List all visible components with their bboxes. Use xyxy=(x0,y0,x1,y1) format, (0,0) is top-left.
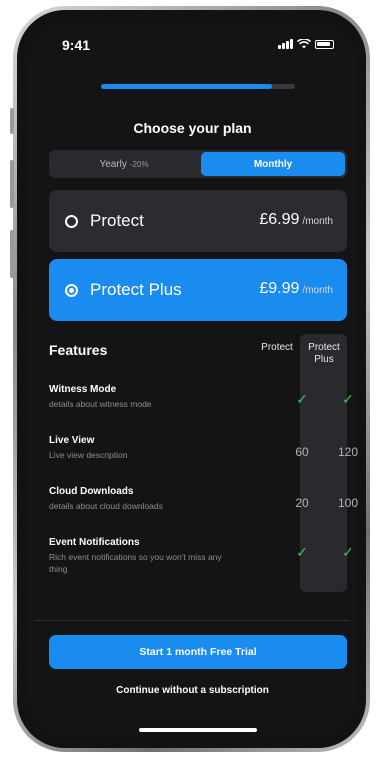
plan-name: Protect Plus xyxy=(90,280,182,299)
onboarding-progress-fill xyxy=(101,84,272,89)
plan-price-amount: £9.99 xyxy=(259,280,300,297)
onboarding-progress-bar xyxy=(101,84,295,89)
status-icons xyxy=(278,39,334,49)
plan-price: £9.99 /month xyxy=(259,280,333,298)
page-title: Choose your plan xyxy=(133,120,252,136)
feature-row-live-view: Live View Live view description 60 120 xyxy=(49,435,358,461)
column-header-protect-plus: Protect Plus xyxy=(308,342,340,365)
feature-row-witness-mode: Witness Mode details about witness mode … xyxy=(49,384,354,410)
yearly-discount-label: -20% xyxy=(129,159,149,169)
footer-divider xyxy=(35,620,350,621)
check-icon: ✓ xyxy=(296,544,308,560)
plan-card-protect[interactable]: Protect £6.99 /month xyxy=(49,190,347,252)
features-heading: Features xyxy=(49,342,108,358)
battery-icon xyxy=(315,39,334,49)
billing-period-toggle: Yearly -20% Monthly xyxy=(49,150,347,178)
yearly-option-label: Yearly xyxy=(99,158,127,170)
feature-row-event-notifications: Event Notifications Rich event notificat… xyxy=(49,537,354,575)
radio-button-icon[interactable] xyxy=(65,215,78,228)
cellular-signal-icon xyxy=(278,39,293,49)
monthly-option-label: Monthly xyxy=(253,158,293,170)
app-screen: 9:41 Choose your plan Yearly -20% Monthl… xyxy=(27,22,358,738)
feature-description: Live view description xyxy=(49,450,128,460)
feature-description: details about cloud downloads xyxy=(49,501,163,511)
check-icon: ✓ xyxy=(342,544,354,560)
status-bar: 9:41 xyxy=(27,22,358,68)
feature-value-protect: 60 xyxy=(295,445,309,459)
wifi-icon xyxy=(297,39,311,49)
plan-price-period: /month xyxy=(302,216,333,227)
check-icon: ✓ xyxy=(342,391,354,407)
feature-description: Rich event notifications so you won't mi… xyxy=(49,552,222,574)
continue-without-subscription-link[interactable]: Continue without a subscription xyxy=(27,685,358,696)
plan-name: Protect xyxy=(90,211,144,230)
column-header-protect: Protect xyxy=(261,342,293,353)
start-free-trial-button[interactable]: Start 1 month Free Trial xyxy=(49,635,347,669)
feature-description: details about witness mode xyxy=(49,399,152,409)
plan-price-amount: £6.99 xyxy=(259,211,300,228)
feature-row-cloud-downloads: Cloud Downloads details about cloud down… xyxy=(49,486,358,512)
home-indicator xyxy=(139,728,257,732)
plan-price: £6.99 /month xyxy=(259,211,333,229)
volume-down-button xyxy=(10,230,14,278)
status-time: 9:41 xyxy=(62,37,91,53)
plan-card-protect-plus[interactable]: Protect Plus £9.99 /month xyxy=(49,259,347,321)
mute-switch xyxy=(10,108,14,134)
check-icon: ✓ xyxy=(296,391,308,407)
plan-price-period: /month xyxy=(302,285,333,296)
feature-value-protect-plus: 120 xyxy=(337,445,358,459)
yearly-option[interactable]: Yearly -20% xyxy=(51,152,197,176)
volume-up-button xyxy=(10,160,14,208)
feature-value-protect: 20 xyxy=(295,496,309,510)
monthly-option[interactable]: Monthly xyxy=(201,152,345,176)
radio-selected-icon[interactable] xyxy=(65,284,78,297)
feature-value-protect-plus: 100 xyxy=(337,496,358,510)
